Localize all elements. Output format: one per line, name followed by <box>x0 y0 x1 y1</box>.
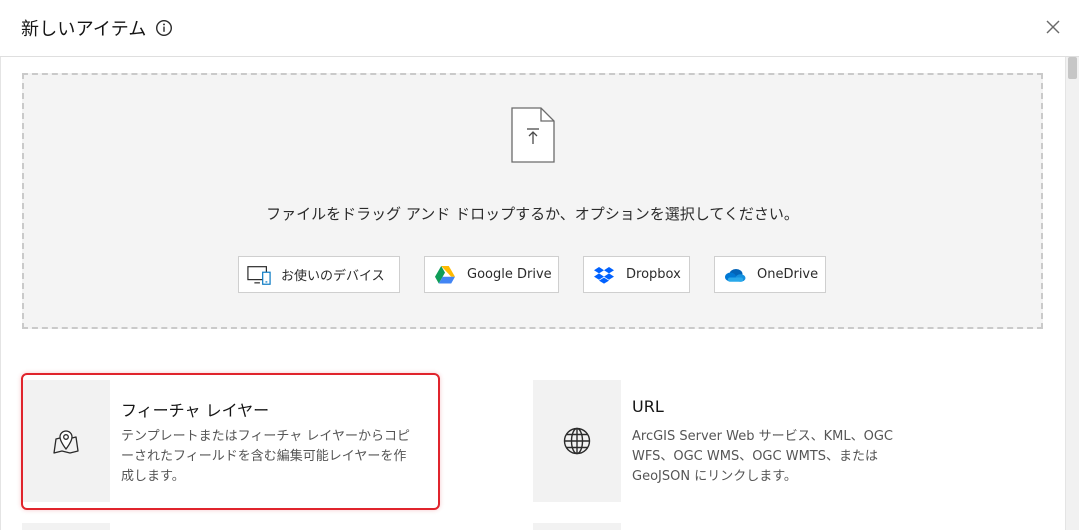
dialog-title: 新しいアイテム <box>21 19 147 40</box>
option-description: テンプレートまたはフィーチャ レイヤーからコピーされたフィールドを含む編集可能レ… <box>121 429 410 484</box>
option-url[interactable]: URL ArcGIS Server Web サービス、KML、OGC WFS、O… <box>533 380 943 502</box>
file-upload-icon <box>511 107 555 163</box>
device-upload-label: お使いのデバイス <box>281 269 385 284</box>
dropbox-icon <box>592 265 616 285</box>
onedrive-label: OneDrive <box>757 267 819 282</box>
dropzone-instruction: ファイルをドラッグ アンド ドロップするか、オプションを選択してください。 <box>266 205 799 223</box>
google-drive-icon <box>433 265 457 285</box>
dropbox-label: Dropbox <box>626 267 681 282</box>
google-drive-button[interactable]: Google Drive <box>424 256 559 293</box>
option-title: URL <box>632 397 664 416</box>
close-icon[interactable] <box>1041 15 1065 39</box>
info-icon[interactable] <box>155 19 173 37</box>
option-description: ArcGIS Server Web サービス、KML、OGC WFS、OGC W… <box>632 429 893 484</box>
option-title: フィーチャ レイヤー <box>121 401 270 420</box>
dialog-header: 新しいアイテム <box>0 0 1079 57</box>
dropbox-button[interactable]: Dropbox <box>583 256 690 293</box>
option-thumb <box>533 380 621 502</box>
google-drive-label: Google Drive <box>467 267 552 282</box>
onedrive-icon <box>723 265 747 285</box>
scrollbar[interactable] <box>1065 57 1079 530</box>
device-upload-button[interactable]: お使いのデバイス <box>238 256 400 293</box>
globe-icon <box>563 427 591 455</box>
option-thumb-next <box>533 523 621 530</box>
option-feature-layer[interactable]: フィーチャ レイヤー テンプレートまたはフィーチャ レイヤーからコピーされたフィ… <box>22 380 432 502</box>
map-pin-icon <box>53 430 79 454</box>
device-icon <box>247 265 271 285</box>
option-thumb <box>22 380 110 502</box>
dialog-border <box>0 57 1 530</box>
scrollbar-thumb[interactable] <box>1068 57 1077 79</box>
option-thumb-next <box>22 523 110 530</box>
onedrive-button[interactable]: OneDrive <box>714 256 826 293</box>
